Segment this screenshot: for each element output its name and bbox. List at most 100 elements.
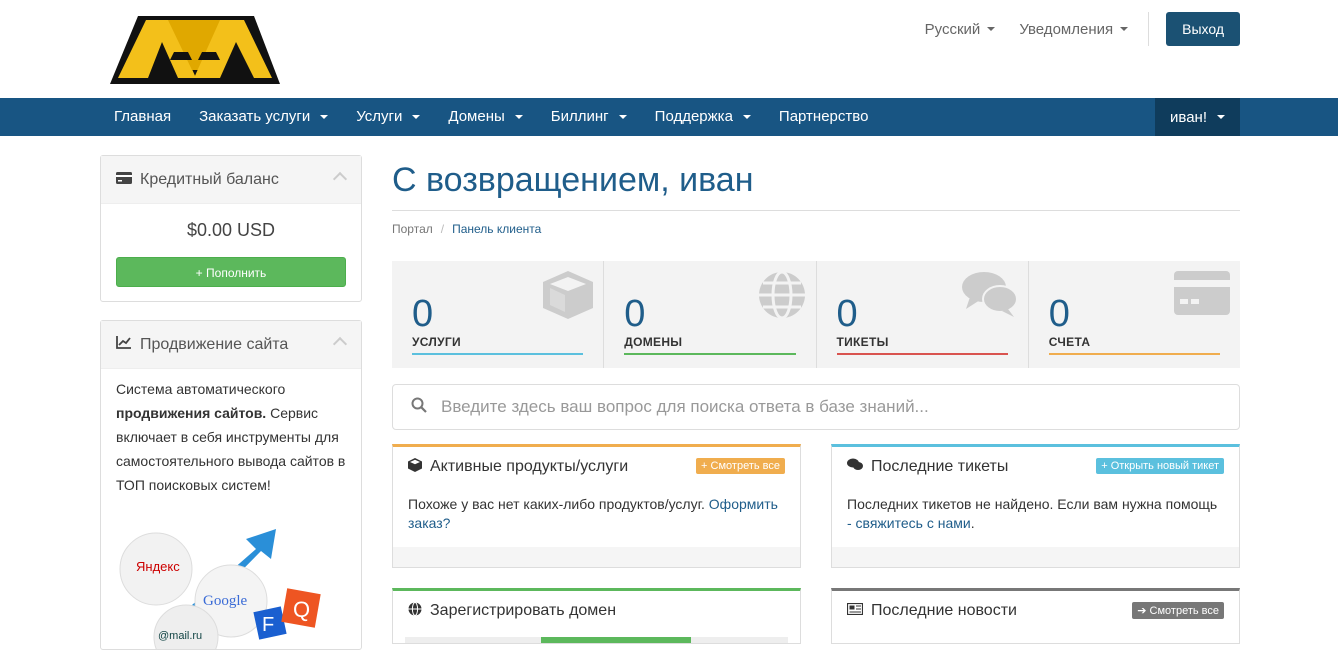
products-empty-text: Похоже у вас нет каких-либо продуктов/ус… [408,496,709,512]
promo-image: Яндекс Google @mail.ru F Q [116,509,346,649]
stat-label: УСЛУГИ [412,335,461,349]
notifications-dropdown[interactable]: Уведомления [1019,20,1129,38]
svg-text:F: F [262,614,274,636]
comments-icon [961,271,1018,322]
brand-logo[interactable] [108,8,282,88]
panel-header[interactable]: Кредитный баланс [101,156,361,204]
language-dropdown[interactable]: Русский [925,21,996,38]
open-ticket-label: Открыть новый тикет [1110,460,1219,472]
nav-item-6[interactable]: Партнерство [765,98,883,136]
svg-text:Q: Q [293,597,310,622]
stat-underline [1048,353,1220,355]
tickets-empty-text: Последних тикетов не найдено. Если вам н… [847,496,1218,512]
top-up-button[interactable]: + Пополнить [116,257,346,287]
promo-yandex-text: Яндекс [136,559,180,574]
nav-item-2[interactable]: Услуги [342,98,434,136]
arrow-right-icon: ➔ [1137,605,1150,617]
view-all-news-button[interactable]: ➔ Смотреть все [1132,602,1224,619]
chevron-down-icon [1120,27,1129,31]
card-body: Последних тикетов не найдено. Если вам н… [832,487,1239,547]
collapse-icon[interactable] [332,171,348,187]
user-name: иван! [1170,108,1207,126]
chevron-down-icon [412,115,421,119]
promo-text-bold: продвижения сайтов. [116,405,267,421]
latest-news-card: Последние новости ➔ Смотреть все [831,588,1240,644]
domain-progress [405,637,788,643]
stat-tile-тикеты[interactable]: 0 ТИКЕТЫ [817,261,1029,368]
nav-item-label: Заказать услуги [199,108,311,125]
main-content: С возвращением, иван Портал / Панель клиен… [392,155,1240,644]
nav-item-5[interactable]: Поддержка [641,98,765,136]
nav-item-1[interactable]: Заказать услуги [185,98,342,136]
language-label: Русский [924,20,981,38]
tickets-end-text: . [970,515,975,531]
search-input[interactable] [441,397,1221,417]
stat-label: ТИКЕТЫ [836,335,889,349]
chevron-down-icon [1217,115,1225,119]
divider [1148,12,1150,46]
balance-amount: $0.00 USD [186,220,276,240]
active-products-card: Активные продукты/услуги + Смотреть все … [392,444,801,568]
promo-google-text: Google [203,593,248,609]
nav-item-3[interactable]: Домены [434,98,536,136]
card-title: Последние новости [871,602,1017,619]
stat-value: 0 [836,293,858,335]
stat-tile-домены[interactable]: 0 ДОМЕНЫ [604,261,817,368]
card-title: Зарегистрировать домен [430,602,617,619]
stat-label: СЧЕТА [1048,335,1091,349]
panel-title: Продвижение сайта [140,335,289,353]
stat-value: 0 [1048,293,1070,335]
view-all-button[interactable]: + Смотреть все [696,458,785,474]
card-title: Последние тикеты [871,458,1009,475]
credit-card-icon [116,171,132,189]
card-footer [832,547,1239,567]
stat-underline [836,353,1008,355]
card-body: Похоже у вас нет каких-либо продуктов/ус… [393,487,800,547]
contact-us-link[interactable]: - свяжитесь с нами [847,515,971,531]
card-title: Активные продукты/услуги [430,458,629,475]
credit-balance-panel: Кредитный баланс $0.00 USD + Пополнить [100,155,362,302]
view-all-label: Смотреть все [710,460,780,472]
nav-menu: Главная Заказать услуги Услуги Домены Биллин… [100,98,882,136]
open-ticket-button[interactable]: + Открыть новый тикет [1096,458,1224,474]
plus-icon: + [195,266,207,280]
plus-icon: + [701,460,711,472]
card-row-2: Зарегистрировать домен Последние новости… [392,588,1240,644]
chevron-down-icon [618,115,627,119]
line-chart-icon [116,335,132,354]
stat-tile-счета[interactable]: 0 СЧЕТА [1029,261,1240,368]
main-navbar: Главная Заказать услуги Услуги Домены Биллин… [0,98,1338,136]
newspaper-icon [846,602,864,620]
nav-item-0[interactable]: Главная [100,98,185,136]
stat-value: 0 [412,293,434,335]
stat-label: ДОМЕНЫ [624,335,683,349]
notifications-label: Уведомления [1019,20,1114,38]
collapse-icon[interactable] [332,336,348,352]
card-row-1: Активные продукты/услуги + Смотреть все … [392,444,1240,568]
logout-button[interactable]: Выход [1166,12,1240,46]
chevron-down-icon [987,27,996,31]
panel-header[interactable]: Продвижение сайта [101,321,361,369]
chevron-down-icon [742,115,751,119]
search-icon [411,397,427,418]
panel-title: Кредитный баланс [140,170,279,188]
nav-item-4[interactable]: Биллинг [537,98,641,136]
stat-tile-услуги[interactable]: 0 УСЛУГИ [392,261,605,368]
nav-item-label: Партнерство [778,108,869,125]
cube-icon [543,271,594,324]
globe-icon [408,601,422,621]
promo-text-1: Система автоматического [116,381,286,397]
stat-underline [412,353,584,355]
nav-item-label: Поддержка [654,108,733,125]
card-header: Последние тикеты + Открыть новый тикет [832,447,1239,487]
top-header: Русский Уведомления Выход [0,0,1338,98]
chevron-down-icon [320,115,329,119]
comments-icon [847,458,863,476]
nav-item-label: Домены [448,108,505,125]
nav-item-label: Главная [114,108,172,125]
kb-search[interactable] [392,384,1240,430]
breadcrumb-home[interactable]: Портал [392,222,433,236]
page-title: С возвращением, иван [392,155,1240,211]
user-menu[interactable]: иван! [1155,98,1240,136]
view-all-news-label: Смотреть все [1149,605,1219,617]
